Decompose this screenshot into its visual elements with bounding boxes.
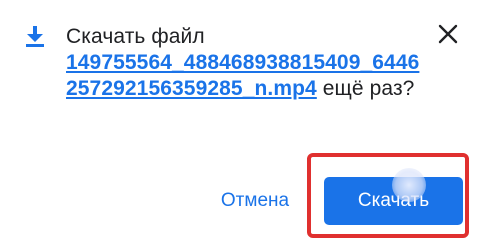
dialog-message: Скачать файл 149755564_488468938815409_6… — [66, 24, 426, 102]
question-text: ещё раз? — [316, 77, 415, 100]
close-button[interactable] — [432, 20, 464, 52]
cancel-button[interactable]: Отмена — [212, 181, 298, 221]
close-icon — [438, 24, 458, 49]
download-icon — [24, 24, 46, 48]
download-again-dialog: Скачать файл 149755564_488468938815409_6… — [0, 0, 483, 248]
highlight-annotation — [307, 153, 469, 238]
dialog-title: Скачать файл — [66, 25, 205, 48]
